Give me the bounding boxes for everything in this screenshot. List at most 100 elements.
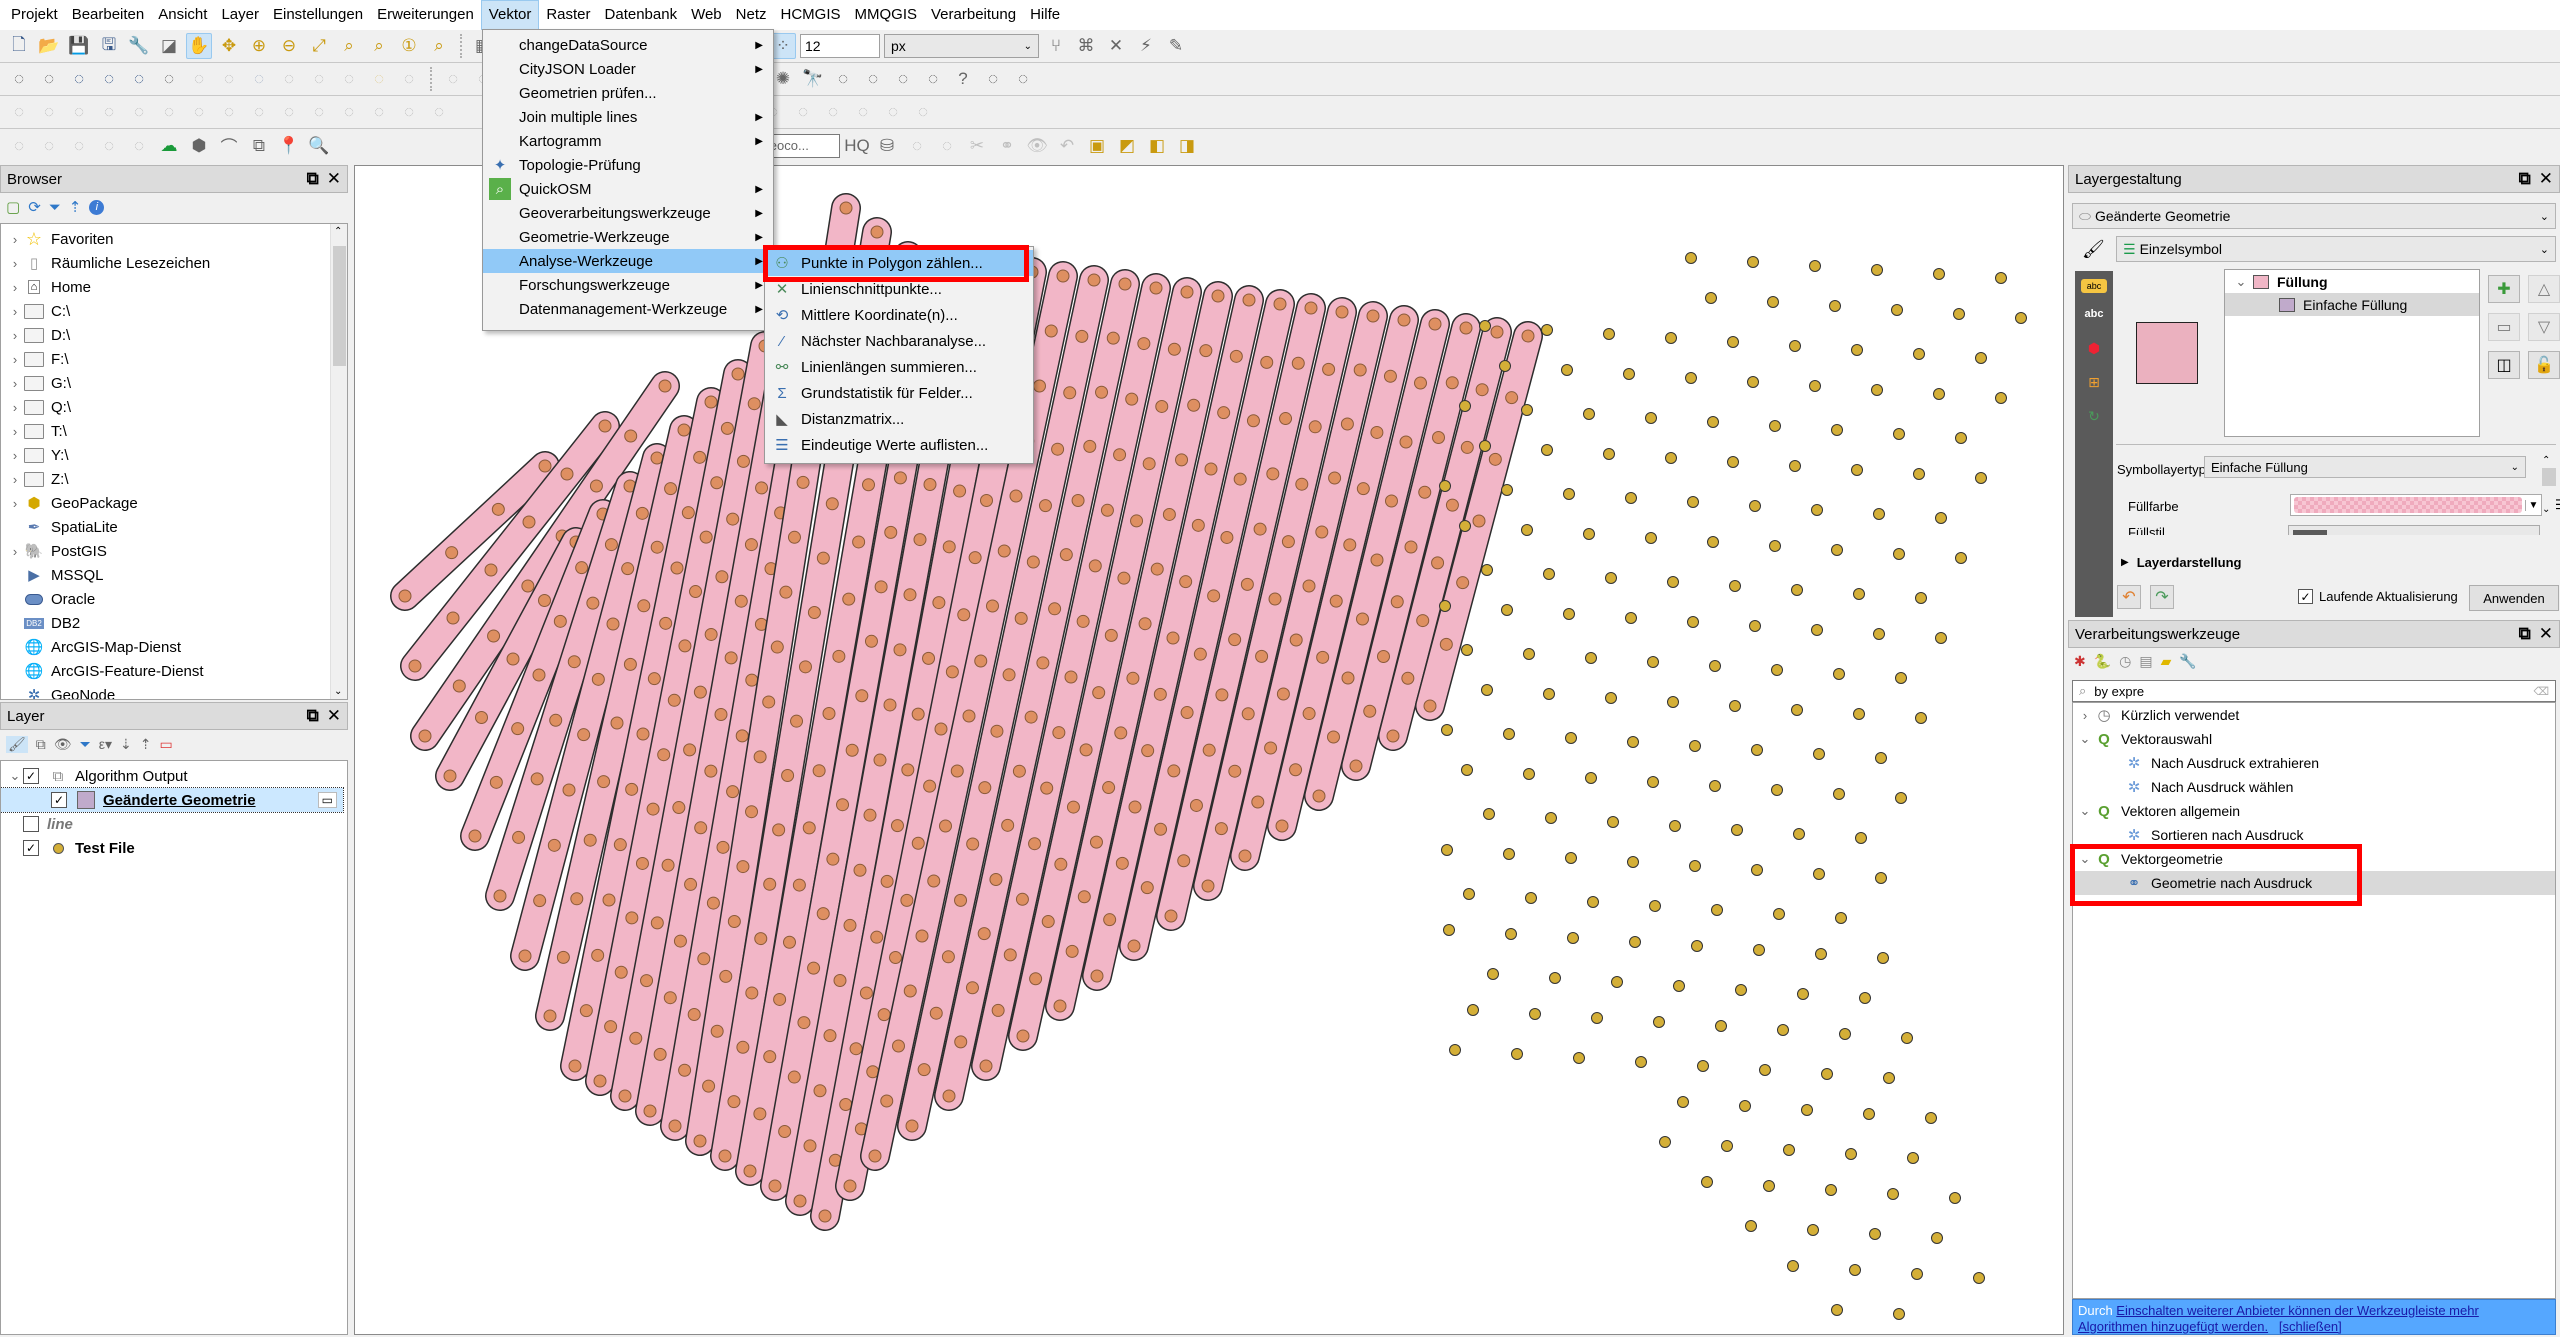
symbol-tree-item[interactable]: ⌄ Füllung — [2225, 270, 2479, 293]
menu-bearbeiten[interactable]: Bearbeiten — [65, 1, 152, 29]
edit-features-in-place-icon[interactable]: ▰ — [2161, 653, 2172, 670]
menu-netz[interactable]: Netz — [729, 1, 774, 29]
point-feature[interactable] — [1439, 637, 1453, 651]
point-feature[interactable] — [1677, 1096, 1689, 1108]
point-feature[interactable] — [1240, 577, 1254, 591]
point-feature[interactable] — [1523, 768, 1535, 780]
add-part-icon[interactable]: ◌ — [186, 99, 212, 125]
chevron-right-icon[interactable]: › — [7, 304, 23, 319]
point-feature[interactable] — [1627, 736, 1639, 748]
point-feature[interactable] — [681, 506, 695, 520]
point-feature[interactable] — [1481, 564, 1493, 576]
point-feature[interactable] — [1935, 512, 1947, 524]
point-feature[interactable] — [1851, 464, 1863, 476]
point-feature[interactable] — [1441, 844, 1453, 856]
diagrams-tab-icon[interactable]: ⊞ — [2081, 369, 2107, 395]
menu-ansicht[interactable]: Ansicht — [151, 1, 214, 29]
cube-icon[interactable]: ⬢ — [186, 133, 212, 159]
point-feature[interactable] — [1275, 819, 1289, 833]
point-feature[interactable] — [1322, 362, 1336, 376]
point-feature[interactable] — [1439, 600, 1451, 612]
point-feature[interactable] — [1370, 425, 1384, 439]
save-edits-icon[interactable]: ◌ — [246, 66, 272, 92]
point-feature[interactable] — [1735, 984, 1747, 996]
point-feature[interactable] — [697, 952, 711, 966]
data-source-manager-icon[interactable]: ◌ — [36, 66, 62, 92]
point-feature[interactable] — [1092, 686, 1106, 700]
layer-visibility-checkbox[interactable]: ✓ — [23, 768, 39, 784]
point-feature[interactable] — [1893, 548, 1905, 560]
point-feature[interactable] — [1567, 932, 1579, 944]
point-feature[interactable] — [575, 561, 589, 575]
point-feature[interactable] — [623, 657, 637, 671]
point-feature[interactable] — [1771, 784, 1783, 796]
point-feature[interactable] — [727, 914, 741, 928]
manage-themes-icon[interactable]: 👁 — [54, 736, 72, 753]
duplicate-symbol-layer-button[interactable]: ◫ — [2488, 351, 2520, 379]
point-feature[interactable] — [1016, 1029, 1030, 1043]
point-feature[interactable] — [763, 877, 777, 891]
point-feature[interactable] — [683, 743, 697, 757]
point-feature[interactable] — [1180, 285, 1194, 299]
point-feature[interactable] — [734, 594, 748, 608]
point-feature[interactable] — [1831, 424, 1843, 436]
point-feature[interactable] — [1603, 448, 1615, 460]
link-icon[interactable]: ⚭ — [994, 133, 1020, 159]
menu-datenbank[interactable]: Datenbank — [598, 1, 685, 29]
pan-to-selection-icon[interactable]: ✥ — [216, 33, 242, 59]
point-feature[interactable] — [673, 934, 687, 948]
options-wrench-icon[interactable]: 🔧 — [2179, 653, 2196, 670]
add-symbol-layer-button[interactable]: ✚ — [2488, 275, 2520, 303]
point-feature[interactable] — [1505, 928, 1517, 940]
point-feature[interactable] — [1459, 520, 1471, 532]
point-feature[interactable] — [543, 1009, 557, 1023]
point-feature[interactable] — [614, 965, 628, 979]
point-feature[interactable] — [1809, 260, 1821, 272]
point-feature[interactable] — [506, 652, 520, 666]
point-feature[interactable] — [798, 660, 812, 674]
point-feature[interactable] — [939, 819, 952, 833]
point-feature[interactable] — [1689, 860, 1701, 872]
algorithm-group[interactable]: ⌄ Q Vektorauswahl — [2073, 727, 2555, 751]
point-feature[interactable] — [604, 538, 618, 552]
split-features-icon[interactable]: ◌ — [366, 99, 392, 125]
point-feature[interactable] — [714, 708, 728, 721]
point-feature[interactable] — [1915, 592, 1927, 604]
point-feature[interactable] — [977, 927, 991, 941]
float-panel-icon[interactable]: ⧉ — [2519, 624, 2531, 644]
point-feature[interactable] — [1279, 412, 1293, 426]
add-ellipse-icon[interactable]: ◌ — [66, 133, 92, 159]
chevron-right-icon[interactable]: › — [7, 496, 23, 511]
rotate-feature-icon[interactable]: ◌ — [96, 99, 122, 125]
point-feature[interactable] — [978, 781, 992, 795]
point-feature[interactable] — [929, 1006, 943, 1020]
point-feature[interactable] — [1871, 384, 1883, 396]
point-feature[interactable] — [1807, 1224, 1819, 1236]
point-feature[interactable] — [1627, 856, 1639, 868]
history-tab-icon[interactable]: ↻ — [2081, 403, 2107, 429]
point-feature[interactable] — [859, 986, 873, 1000]
layer-rendering-toggle[interactable]: ▶ Layerdarstellung — [2121, 555, 2241, 570]
vertex-tool-icon[interactable]: ◌ — [306, 66, 332, 92]
point-feature[interactable] — [1869, 1228, 1881, 1240]
point-feature[interactable] — [532, 668, 546, 682]
zoom-in-icon[interactable]: ⊕ — [246, 33, 272, 59]
python-scripts-icon[interactable]: 🐍 — [2094, 653, 2111, 670]
point-feature[interactable] — [1418, 485, 1432, 499]
point-feature[interactable] — [1545, 812, 1557, 824]
point-feature[interactable] — [1753, 944, 1765, 956]
point-feature[interactable] — [586, 596, 600, 610]
point-feature[interactable] — [1875, 872, 1887, 884]
point-feature[interactable] — [1697, 1060, 1709, 1072]
modify-attributes-icon[interactable]: ◌ — [336, 66, 362, 92]
snapping-unit-select[interactable]: px ⌄ — [884, 34, 1039, 58]
checkbox[interactable]: ✓ — [2298, 589, 2313, 604]
point-feature[interactable] — [1211, 289, 1225, 303]
point-feature[interactable] — [1315, 525, 1329, 539]
point-feature[interactable] — [1523, 648, 1535, 660]
radio-icon[interactable]: ◌ — [920, 66, 946, 92]
float-panel-icon[interactable]: ⧉ — [307, 169, 319, 189]
point-feature[interactable] — [1217, 406, 1231, 420]
merge-icon[interactable]: ◌ — [426, 99, 452, 125]
point-feature[interactable] — [658, 379, 672, 393]
